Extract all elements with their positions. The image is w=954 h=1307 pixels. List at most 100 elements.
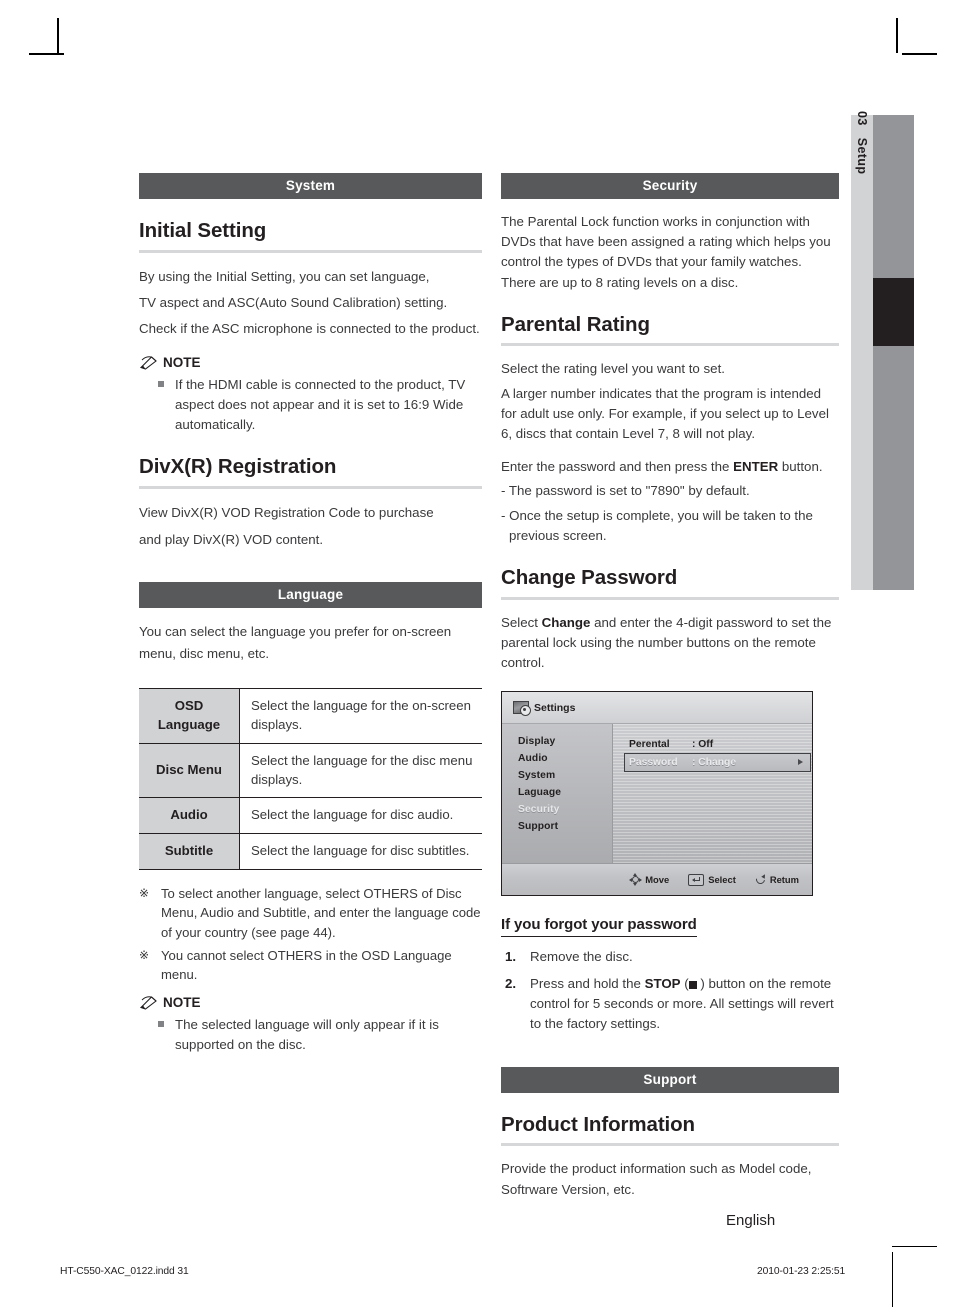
crop-mark-top-right-h [902,53,937,55]
page-language-footer: English [726,1212,776,1229]
section-bar-security: Security [501,173,839,199]
star-note-item: ※ To select another language, select OTH… [139,884,482,943]
section-bar-language: Language [139,581,482,608]
table-cell-value: Select the language for disc audio. [239,797,482,834]
crop-mark-top-left-v [57,18,59,53]
stop-keyword: STOP [644,976,681,992]
table-row: Subtitle Select the language for disc su… [139,833,482,870]
step-number: 2. [505,976,517,992]
step-open-paren: ( [680,976,689,992]
chapter-index-bar [873,115,914,590]
osd-footer-hints: Move Select Retum [502,863,812,896]
table-cell-key: Disc Menu [139,743,240,799]
osd-nav-item-language[interactable]: Laguage [518,787,612,798]
osd-nav-item-support[interactable]: Support [518,821,612,832]
osd-nav-item-audio[interactable]: Audio [518,753,612,764]
osd-nav-item-display[interactable]: Display [518,736,612,747]
footer-rule [892,1246,937,1248]
chapter-index-marker [873,278,914,346]
note-label: NOTE [163,994,201,1010]
chapter-tab: 03 Setup [851,111,873,590]
osd-hint-select: Select [688,873,736,886]
initial-setting-p3: Check if the ASC microphone is connected… [139,321,480,337]
osd-row-parental[interactable]: Perental : Off [629,736,812,753]
parental-rating-p1: Select the rating level you want to set. [501,361,725,377]
move-dpad-icon [628,873,642,887]
osd-nav-item-system[interactable]: System [518,770,612,781]
list-item: 2. Press and hold the STOP ( ) button on… [501,974,839,1034]
osd-nav-item-security[interactable]: Security [518,804,612,815]
p3-post: button. [778,459,823,475]
table-cell-value: Select the language for the disc menu di… [239,743,482,799]
reference-mark-icon: ※ [139,947,150,962]
settings-image-gear-icon [513,700,531,716]
osd-row-password[interactable]: Password : Change [624,753,811,773]
note-header: NOTE [139,995,482,1010]
cp-pre: Select [501,614,542,630]
note-item: If the HDMI cable is connected to the pr… [139,375,482,435]
chevron-right-icon [798,759,803,766]
settings-screen-illustration: Settings Display Audio System Laguage Se… [501,691,813,897]
footer-vertical-rule [892,1252,894,1307]
enter-key-icon [688,873,705,886]
list-item: 1. Remove the disc. [501,947,839,967]
step-text: Remove the disc. [530,949,633,965]
table-row: OSD Language Select the language for the… [139,688,482,744]
osd-hint-label: Select [708,874,736,886]
osd-hint-label: Move [645,874,670,886]
parental-rating-bullet-2: - Once the setup is complete, you will b… [501,507,813,543]
heading-initial-setting: Initial Setting [139,219,482,253]
reference-mark-icon: ※ [139,885,150,900]
note-list: If the HDMI cable is connected to the pr… [139,375,482,435]
osd-body: Display Audio System Laguage Security Su… [502,724,812,865]
note-block-language: NOTE The selected language will only app… [139,995,482,1055]
table-cell-key: OSD Language [139,688,240,744]
osd-hint-return: Retum [754,873,799,886]
chapter-tab-label: 03 Setup [855,111,869,261]
table-cell-value: Select the language for disc subtitles. [251,842,470,858]
heading-change-password: Change Password [501,566,839,600]
language-star-notes: ※ To select another language, select OTH… [139,884,482,985]
section-bar-support: Support [501,1066,839,1093]
crop-mark-top-right-v [896,18,898,53]
initial-setting-p1: By using the Initial Setting, you can se… [139,268,430,284]
osd-hint-move: Move [628,873,670,887]
section-bar-system: System [139,173,482,199]
product-information-p1: Provide the product information such as … [501,1161,812,1197]
star-note-text: You cannot select OTHERS in the OSD Lang… [161,947,452,983]
pencil-icon [139,356,157,371]
change-password-p1: Select Change and enter the 4-digit pass… [501,613,839,674]
parental-rating-p2: A larger number indicates that the progr… [501,385,829,441]
print-timestamp: 2010-01-23 2:25:51 [757,1266,846,1277]
osd-row-value: : Change [692,757,737,769]
divx-p1: View DivX(R) VOD Registration Code to pu… [139,504,434,520]
manual-page: 03 Setup System Initial Setting By using … [0,0,954,1307]
heading-if-you-forgot-password: If you forgot your password [501,916,697,938]
security-intro: The Parental Lock function works in conj… [501,214,831,290]
forgot-password-steps: 1. Remove the disc. 2. Press and hold th… [501,947,839,1034]
table-row: Audio Select the language for disc audio… [139,797,482,834]
left-column: System Initial Setting By using the Init… [139,173,482,1057]
table-cell-key: Subtitle [139,833,240,870]
osd-hint-label: Retum [769,874,799,886]
right-column: Security The Parental Lock function work… [501,173,839,1200]
note-header: NOTE [139,355,482,370]
pencil-icon [139,996,157,1010]
table-row: Disc Menu Select the language for the di… [139,743,482,799]
initial-setting-p2: TV aspect and ASC(Auto Sound Calibration… [139,295,448,311]
table-cell-value: Select the language for the on-screen di… [239,688,482,744]
osd-nav-list: Display Audio System Laguage Security Su… [502,724,613,865]
chapter-number: 03 [855,111,869,126]
step-text-pre: Press and hold the [530,976,645,992]
note-item: The selected language will only appear i… [139,1015,482,1055]
enter-button-keyword: ENTER [733,459,779,475]
note-block-initial-setting: NOTE If the HDMI cable is connected to t… [139,355,482,435]
return-arrow-icon [754,873,767,886]
chapter-name: Setup [855,137,869,175]
language-intro: You can select the language you prefer f… [139,623,452,662]
osd-row-value: : Off [692,739,714,751]
parental-rating-bullet-1: - The password is set to "7890" by defau… [501,483,750,499]
step-number: 1. [505,949,517,965]
osd-title-text: Settings [534,701,576,714]
star-note-item: ※ You cannot select OTHERS in the OSD La… [139,946,482,985]
